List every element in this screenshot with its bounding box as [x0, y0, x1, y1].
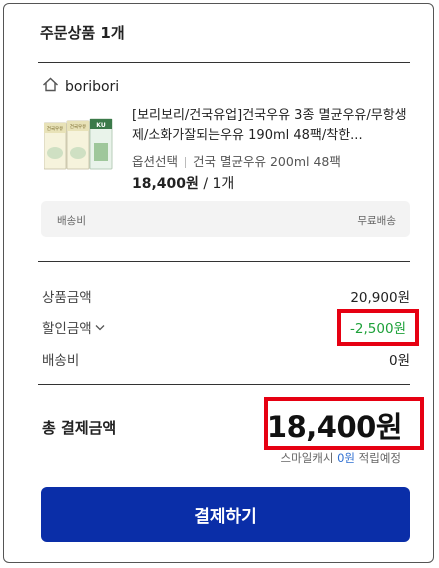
discount-highlight-box	[337, 309, 419, 346]
subtotal-label: 상품금액	[42, 290, 92, 306]
option-value: 건국 멸균우유 200ml 48팩	[193, 154, 341, 169]
shipping-label: 배송비	[57, 215, 86, 227]
shop-link[interactable]: boribori	[42, 77, 119, 96]
divider	[38, 261, 410, 262]
shop-name: boribori	[65, 78, 120, 95]
shipping-info: 배송비 무료배송	[41, 201, 410, 237]
total-highlight-box	[264, 397, 424, 450]
thumb-label-3: KU	[96, 122, 106, 129]
home-icon	[42, 77, 59, 96]
points-info: 스마일캐시 0원 적립예정	[281, 450, 401, 466]
product-quantity: / 1개	[198, 176, 235, 192]
shipping-fee-row: 배송비 0원	[42, 349, 410, 369]
pay-button[interactable]: 결제하기	[41, 487, 410, 542]
total-label: 총 결제금액	[42, 419, 117, 437]
product-name[interactable]: [보리보리/건국유업]건국우유 3종 멸균우유/무항생제/소화가잘되는우유 19…	[132, 106, 412, 146]
points-value: 0원	[337, 451, 356, 465]
shipping-fee-value: 0원	[388, 353, 410, 369]
thumb-label-1: 건국우유	[47, 125, 64, 132]
product-price: 18,400원 / 1개	[132, 173, 234, 193]
product-option: 옵션선택 건국 멸균우유 200ml 48팩	[132, 151, 341, 170]
subtotal-value: 20,900원	[350, 290, 410, 306]
order-items-title: 주문상품 1개	[40, 24, 125, 42]
product-price-value: 18,400원	[132, 176, 199, 192]
chevron-down-icon	[95, 319, 105, 335]
shipping-value: 무료배송	[357, 215, 396, 227]
discount-toggle[interactable]: 할인금액	[42, 317, 105, 337]
thumb-label-2: 건국우유	[70, 123, 87, 130]
product-thumbnail[interactable]: 건국우유 건국우유 KU	[43, 117, 114, 171]
points-suffix: 적립예정	[355, 451, 401, 465]
subtotal-row: 상품금액 20,900원	[42, 286, 410, 306]
option-separator	[185, 157, 187, 168]
discount-label: 할인금액	[42, 321, 92, 337]
shipping-fee-label: 배송비	[42, 353, 80, 369]
divider	[38, 62, 410, 63]
points-prefix: 스마일캐시	[280, 451, 338, 465]
divider	[38, 384, 410, 385]
option-label: 옵션선택	[132, 154, 179, 169]
order-summary-card: 주문상품 1개 boribori 건국우유 건국우유 KU [보리보리/건국유업…	[3, 3, 434, 563]
